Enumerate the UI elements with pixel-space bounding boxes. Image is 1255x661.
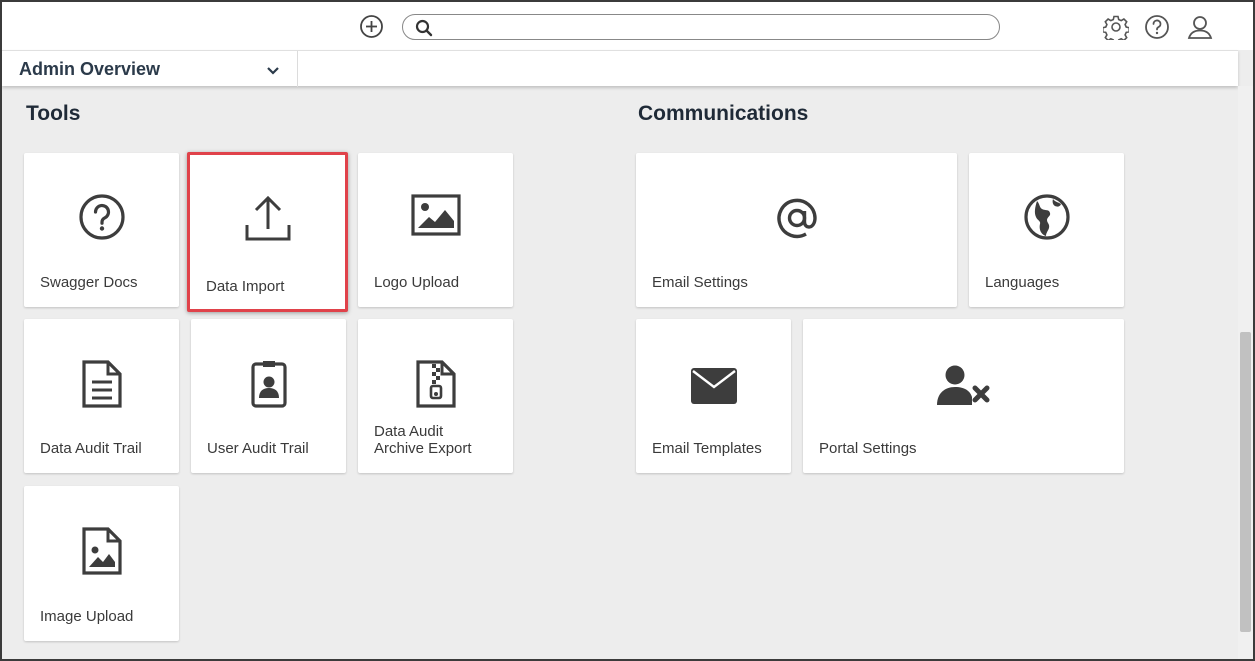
at-sign-icon — [774, 195, 820, 246]
search-input[interactable] — [437, 18, 947, 36]
dashboard-selector[interactable]: Admin Overview — [2, 51, 298, 87]
question-circle-icon — [78, 193, 126, 246]
tile-swagger-docs[interactable]: Swagger Docs — [24, 153, 179, 307]
tile-logo-upload[interactable]: Logo Upload — [358, 153, 513, 307]
tile-data-audit-trail[interactable]: Data Audit Trail — [24, 319, 179, 473]
tile-label: Languages — [985, 274, 1060, 291]
add-icon[interactable] — [359, 14, 384, 39]
image-file-icon — [81, 526, 123, 581]
search-icon — [415, 19, 433, 37]
dashboard-bar: Admin Overview — [2, 50, 1238, 87]
tile-user-audit-trail[interactable]: User Audit Trail — [191, 319, 346, 473]
help-icon[interactable] — [1144, 14, 1170, 40]
tile-label: Image Upload — [40, 608, 134, 625]
tile-label: Data Import — [206, 278, 285, 295]
scrollbar-thumb[interactable] — [1240, 332, 1251, 632]
tools-section-title: Tools — [26, 102, 81, 125]
tile-label: Data Audit Archive Export — [374, 423, 472, 457]
tile-email-settings[interactable]: Email Settings — [636, 153, 957, 307]
tile-label: Logo Upload — [374, 274, 460, 291]
tile-label: Swagger Docs — [40, 274, 138, 291]
tile-label: Email Settings — [652, 274, 748, 291]
id-badge-icon — [250, 359, 288, 414]
gear-icon[interactable] — [1102, 14, 1130, 44]
tile-image-upload[interactable]: Image Upload — [24, 486, 179, 641]
chevron-down-icon — [266, 63, 280, 75]
globe-icon — [1023, 193, 1071, 246]
tile-label: User Audit Trail — [207, 440, 309, 457]
tile-email-templates[interactable]: Email Templates — [636, 319, 791, 473]
document-icon — [81, 359, 123, 414]
zip-file-icon — [415, 359, 457, 414]
upload-icon — [243, 193, 293, 250]
tile-label: Data Audit Trail — [40, 440, 142, 457]
tile-data-import[interactable]: Data Import — [187, 152, 348, 312]
communications-section-title: Communications — [638, 102, 809, 125]
tile-label: Portal Settings — [819, 440, 917, 457]
user-remove-icon — [936, 364, 992, 411]
search-bar[interactable] — [402, 14, 1000, 40]
top-bar — [2, 2, 1253, 50]
tile-data-audit-archive-export[interactable]: Data Audit Archive Export — [358, 319, 513, 473]
tile-languages[interactable]: Languages — [969, 153, 1124, 307]
app-window: Admin Overview Tools Swagger Docs Data I… — [0, 0, 1255, 661]
tile-portal-settings[interactable]: Portal Settings — [803, 319, 1124, 473]
envelope-icon — [690, 367, 738, 410]
tile-label: Email Templates — [652, 440, 762, 457]
image-icon — [410, 193, 462, 242]
dashboard-selector-label: Admin Overview — [19, 59, 161, 79]
user-icon[interactable] — [1187, 14, 1213, 40]
